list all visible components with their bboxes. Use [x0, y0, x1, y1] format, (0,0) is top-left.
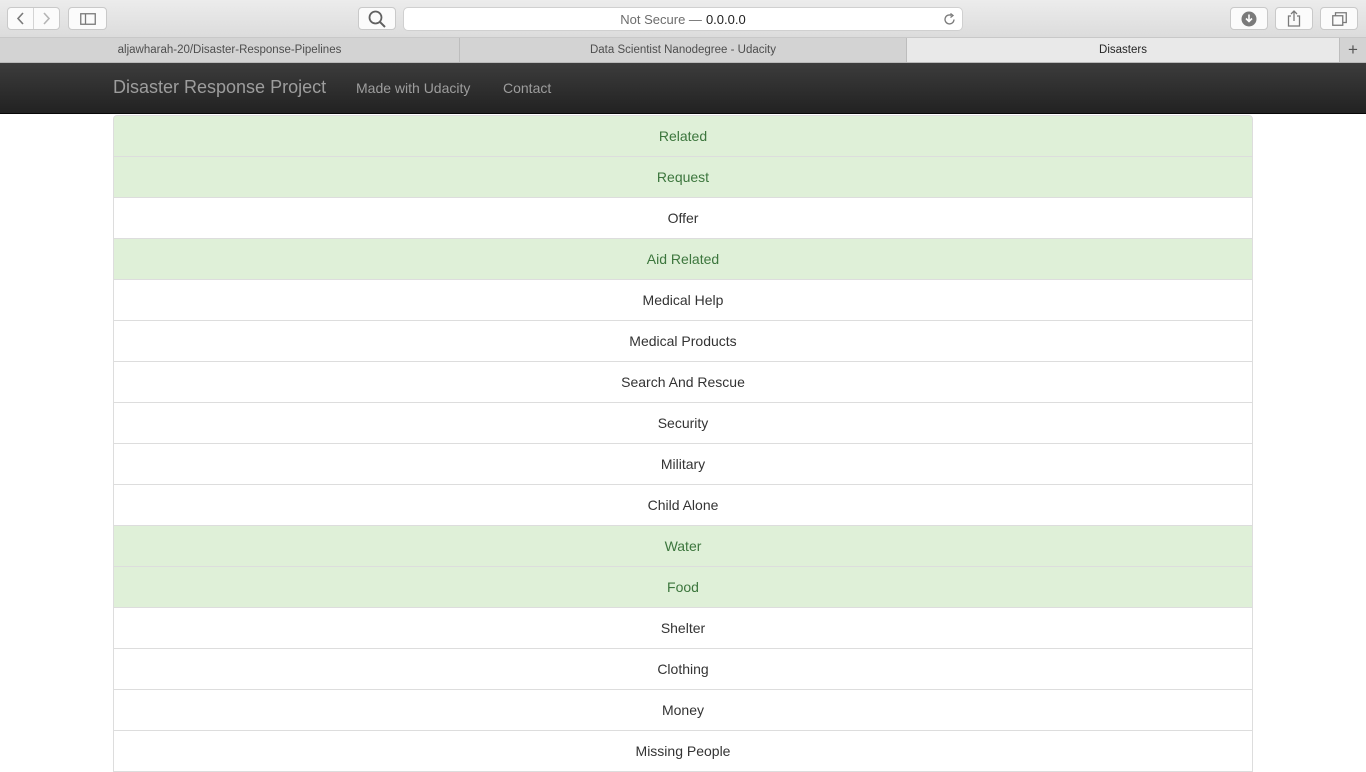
browser-toolbar: Not Secure — 0.0.0.0: [0, 0, 1366, 38]
tab-disasters[interactable]: Disasters: [907, 38, 1340, 62]
site-navbar: Disaster Response Project Made with Udac…: [0, 63, 1366, 114]
tab-label: Data Scientist Nanodegree - Udacity: [589, 44, 776, 56]
category-item: Related: [113, 115, 1253, 157]
tab-overview-button[interactable]: [1320, 7, 1358, 30]
category-item: Aid Related: [113, 239, 1253, 280]
sidebar-button[interactable]: [68, 7, 107, 30]
brand-link[interactable]: Disaster Response Project: [113, 77, 326, 98]
category-item: Clothing: [113, 649, 1253, 690]
category-item: Military: [113, 444, 1253, 485]
tab-label: aljawharah-20/Disaster-Response-Pipeline…: [117, 44, 342, 56]
search-button[interactable]: [358, 7, 396, 30]
category-item: Medical Help: [113, 280, 1253, 321]
address-bar[interactable]: Not Secure — 0.0.0.0: [403, 7, 963, 31]
category-item: Money: [113, 690, 1253, 731]
download-icon: [1241, 11, 1257, 26]
reload-icon: [943, 12, 955, 25]
category-item: Medical Products: [113, 321, 1253, 362]
tabs-icon: [1331, 11, 1347, 26]
share-button[interactable]: [1275, 7, 1313, 30]
downloads-button[interactable]: [1230, 7, 1268, 30]
forward-button[interactable]: [33, 8, 59, 29]
reload-button[interactable]: [941, 11, 957, 27]
security-label: Not Secure —: [620, 11, 702, 27]
back-button[interactable]: [8, 8, 33, 29]
tab-label: Disasters: [1099, 44, 1147, 56]
address-host: 0.0.0.0: [705, 11, 746, 27]
share-icon: [1287, 10, 1301, 27]
category-item: Child Alone: [113, 485, 1253, 526]
tab-udacity[interactable]: Data Scientist Nanodegree - Udacity: [460, 38, 907, 62]
chevron-right-icon: [43, 12, 51, 25]
history-navigation: [7, 7, 60, 30]
sidebar-icon: [79, 12, 96, 25]
tab-bar: aljawharah-20/Disaster-Response-Pipeline…: [0, 38, 1366, 63]
chevron-left-icon: [17, 12, 24, 25]
new-tab-button[interactable]: +: [1340, 38, 1366, 62]
search-icon: [368, 10, 386, 28]
nav-link-made-with-udacity[interactable]: Made with Udacity: [356, 80, 470, 96]
nav-link-contact[interactable]: Contact: [503, 80, 551, 96]
category-list: Related Request Offer Aid Related Medical He…: [113, 115, 1253, 772]
category-item: Security: [113, 403, 1253, 444]
category-item: Missing People: [113, 731, 1253, 772]
plus-icon: +: [1348, 40, 1358, 59]
category-item: Request: [113, 157, 1253, 198]
category-item: Search And Rescue: [113, 362, 1253, 403]
category-item: Shelter: [113, 608, 1253, 649]
tab-github-repo[interactable]: aljawharah-20/Disaster-Response-Pipeline…: [0, 38, 460, 62]
category-item: Water: [113, 526, 1253, 567]
category-item: Offer: [113, 198, 1253, 239]
category-item: Food: [113, 567, 1253, 608]
